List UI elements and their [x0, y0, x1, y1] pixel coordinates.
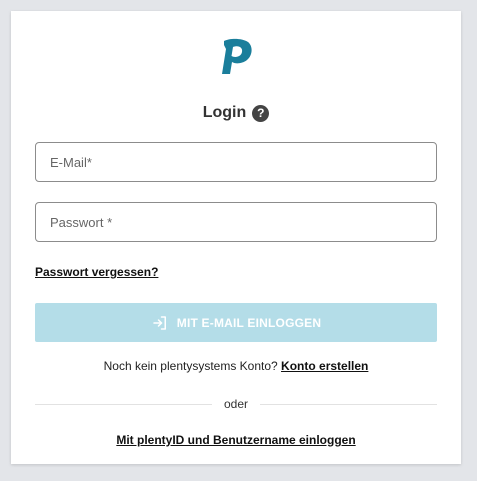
login-card: Login ? Passwort vergessen? MIT E-MAIL E… [11, 11, 461, 464]
create-account-link[interactable]: Konto erstellen [281, 359, 368, 373]
question-circle-icon[interactable]: ? [252, 104, 270, 122]
password-field[interactable] [35, 202, 437, 242]
forgot-password-link[interactable]: Passwort vergessen? [35, 265, 158, 279]
email-login-button[interactable]: MIT E-MAIL EINLOGGEN [35, 303, 437, 342]
email-input[interactable] [36, 143, 436, 181]
divider-line-right [260, 403, 437, 405]
email-field[interactable] [35, 142, 437, 182]
signup-row: Noch kein plentysystems Konto? Konto ers… [11, 359, 461, 373]
login-arrow-icon [153, 315, 166, 330]
title-row: Login ? [11, 104, 461, 122]
page-title: Login [202, 104, 247, 121]
plenty-logo-icon [222, 38, 252, 74]
divider-text: oder [223, 397, 249, 411]
divider-line-left [35, 403, 212, 405]
signup-prompt: Noch kein plentysystems Konto? [103, 359, 282, 373]
or-divider: oder [35, 397, 437, 411]
password-input[interactable] [36, 203, 436, 241]
email-login-button-label: MIT E-MAIL EINLOGGEN [176, 315, 322, 330]
plentyid-login-link[interactable]: Mit plentyID und Benutzername einloggen [11, 433, 461, 447]
